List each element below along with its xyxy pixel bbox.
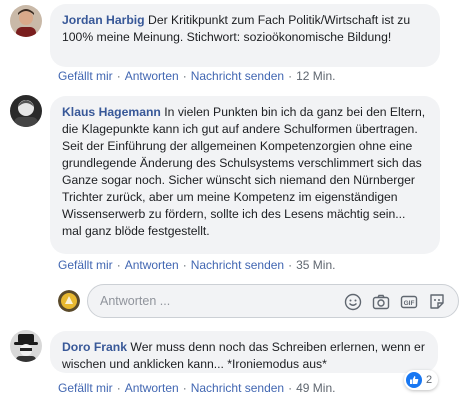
comment-timestamp[interactable]: 35 Min. bbox=[296, 258, 335, 272]
reply-link[interactable]: Antworten bbox=[125, 258, 179, 272]
like-icon bbox=[406, 372, 422, 388]
reply-input[interactable]: Antworten ... bbox=[100, 294, 170, 308]
gif-icon[interactable]: GIF bbox=[400, 293, 418, 311]
emoji-icon[interactable] bbox=[344, 293, 362, 311]
comment-actions: Gefällt mir · Antworten · Nachricht senden · 3… bbox=[58, 258, 336, 272]
reaction-count: 2 bbox=[426, 374, 433, 386]
comment-bubble: Jordan Harbig Der Kritikpunkt zum Fach P… bbox=[50, 4, 440, 67]
reply-link[interactable]: Antworten bbox=[125, 381, 179, 395]
like-link[interactable]: Gefällt mir bbox=[58, 381, 113, 395]
comment-text: In vielen Punkten bin ich da ganz bei de… bbox=[62, 105, 426, 238]
avatar[interactable] bbox=[10, 330, 42, 362]
svg-text:GIF: GIF bbox=[404, 300, 415, 307]
reply-link[interactable]: Antworten bbox=[125, 69, 179, 83]
comment-actions: Gefällt mir · Antworten · Nachricht senden · 1… bbox=[58, 69, 336, 83]
send-message-link[interactable]: Nachricht senden bbox=[191, 258, 284, 272]
reply-box[interactable]: Antworten ... GIF bbox=[87, 284, 459, 318]
comment-author[interactable]: Doro Frank bbox=[62, 340, 127, 354]
comment-bubble: Doro Frank Wer muss denn noch das Schrei… bbox=[50, 331, 438, 373]
sticker-icon[interactable] bbox=[428, 293, 446, 311]
like-link[interactable]: Gefällt mir bbox=[58, 258, 113, 272]
send-message-link[interactable]: Nachricht senden bbox=[191, 381, 284, 395]
comment-timestamp[interactable]: 12 Min. bbox=[296, 69, 335, 83]
reply-avatar bbox=[58, 290, 80, 312]
comment-author[interactable]: Klaus Hagemann bbox=[62, 105, 161, 119]
like-link[interactable]: Gefällt mir bbox=[58, 69, 113, 83]
comment-actions: Gefällt mir · Antworten · Nachricht senden · 4… bbox=[58, 381, 336, 395]
avatar[interactable] bbox=[10, 5, 42, 37]
comment-timestamp[interactable]: 49 Min. bbox=[296, 381, 335, 395]
camera-icon[interactable] bbox=[372, 293, 390, 311]
avatar[interactable] bbox=[10, 95, 42, 127]
reaction-badge[interactable]: 2 bbox=[404, 370, 439, 390]
comment-author[interactable]: Jordan Harbig bbox=[62, 13, 145, 27]
send-message-link[interactable]: Nachricht senden bbox=[191, 69, 284, 83]
comment-bubble: Klaus Hagemann In vielen Punkten bin ich… bbox=[50, 96, 440, 254]
